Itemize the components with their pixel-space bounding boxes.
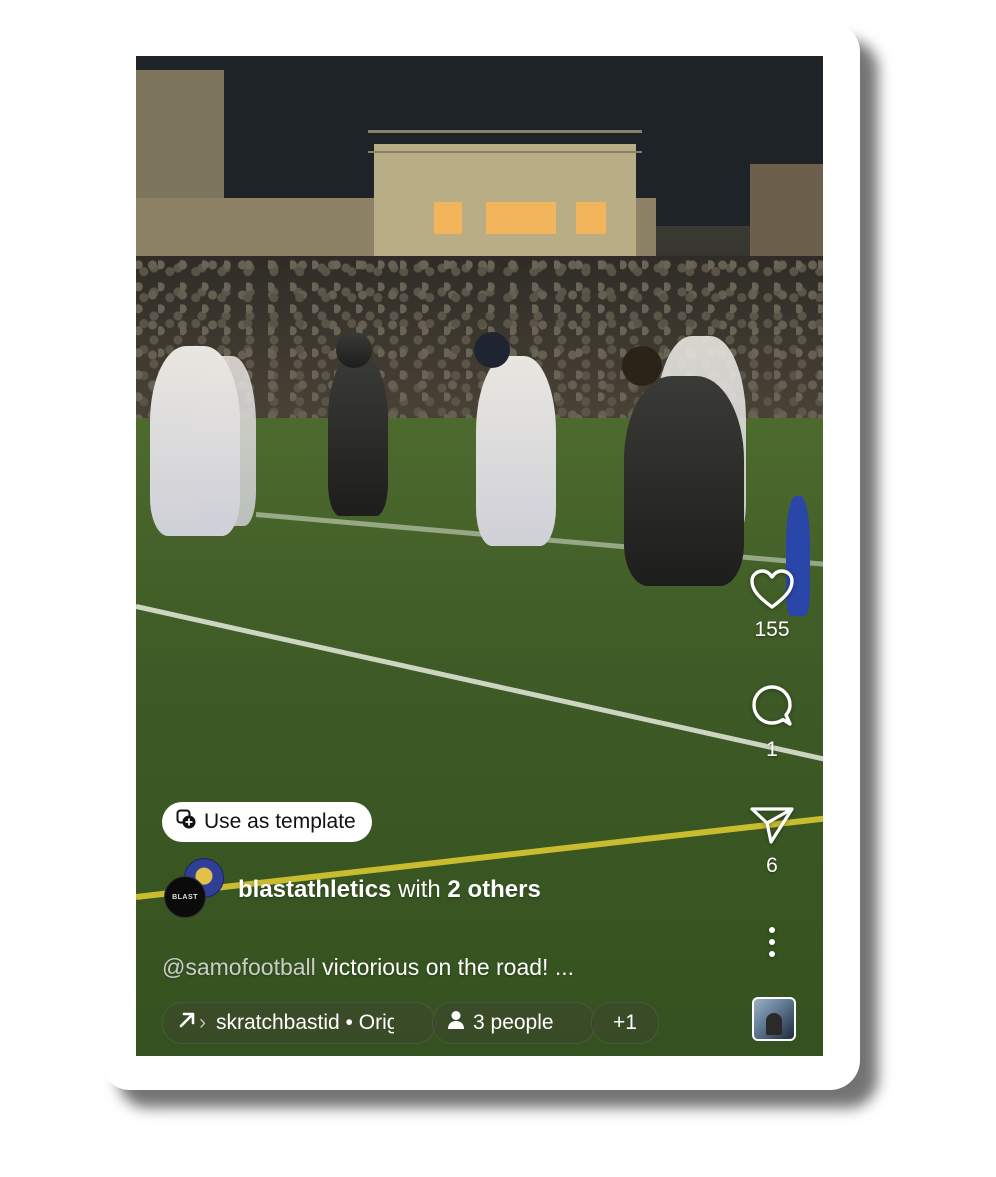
like-button[interactable]: 155: [740, 568, 804, 642]
caption-text: victorious on the road! ...: [315, 954, 575, 980]
player: [196, 356, 256, 526]
player: [328, 356, 388, 516]
player: [624, 376, 744, 586]
ball-carrier: [476, 356, 556, 546]
like-count: 155: [754, 618, 790, 641]
with-text: with: [398, 876, 441, 903]
caption-mention[interactable]: @samofootball: [162, 954, 316, 980]
author-avatar: BLAST: [164, 876, 206, 918]
more-options-button[interactable]: [740, 926, 804, 958]
author-username[interactable]: blastathletics: [238, 876, 391, 903]
audio-chip[interactable]: › skratchbastid • Original audio: [162, 1002, 436, 1044]
comment-count: 1: [766, 738, 778, 761]
more-tags-chip[interactable]: +1: [591, 1002, 659, 1044]
tagged-people-chip[interactable]: 3 people: [432, 1002, 596, 1044]
author-avatars[interactable]: BLAST: [164, 858, 226, 920]
share-count: 6: [766, 854, 778, 877]
author-line[interactable]: blastathletics with 2 others: [238, 876, 541, 904]
video-frame: [136, 56, 823, 1056]
comment-button[interactable]: 1: [740, 684, 804, 762]
audio-label: skratchbastid • Original audio: [216, 1011, 394, 1034]
reel-video[interactable]: [136, 56, 823, 1056]
template-button-label: Use as template: [204, 810, 356, 833]
post-caption[interactable]: @samofootball victorious on the road! ..…: [162, 954, 574, 981]
paper-plane-icon: [749, 804, 795, 846]
use-as-template-button[interactable]: Use as template: [162, 802, 372, 842]
heart-icon: [749, 568, 795, 610]
arrow-up-right-icon: [177, 1010, 197, 1036]
audio-thumbnail[interactable]: [752, 997, 796, 1041]
template-add-icon: [176, 809, 196, 835]
chip-separator-icon: ›: [199, 1011, 206, 1034]
more-tags-label: +1: [613, 1011, 637, 1034]
comment-bubble-icon: [749, 684, 795, 730]
more-vertical-icon: [767, 926, 777, 958]
people-label: 3 people: [473, 1011, 554, 1034]
person-icon: [447, 1010, 465, 1036]
share-button[interactable]: 6: [740, 804, 804, 878]
collaborators-link[interactable]: 2 others: [447, 876, 540, 903]
